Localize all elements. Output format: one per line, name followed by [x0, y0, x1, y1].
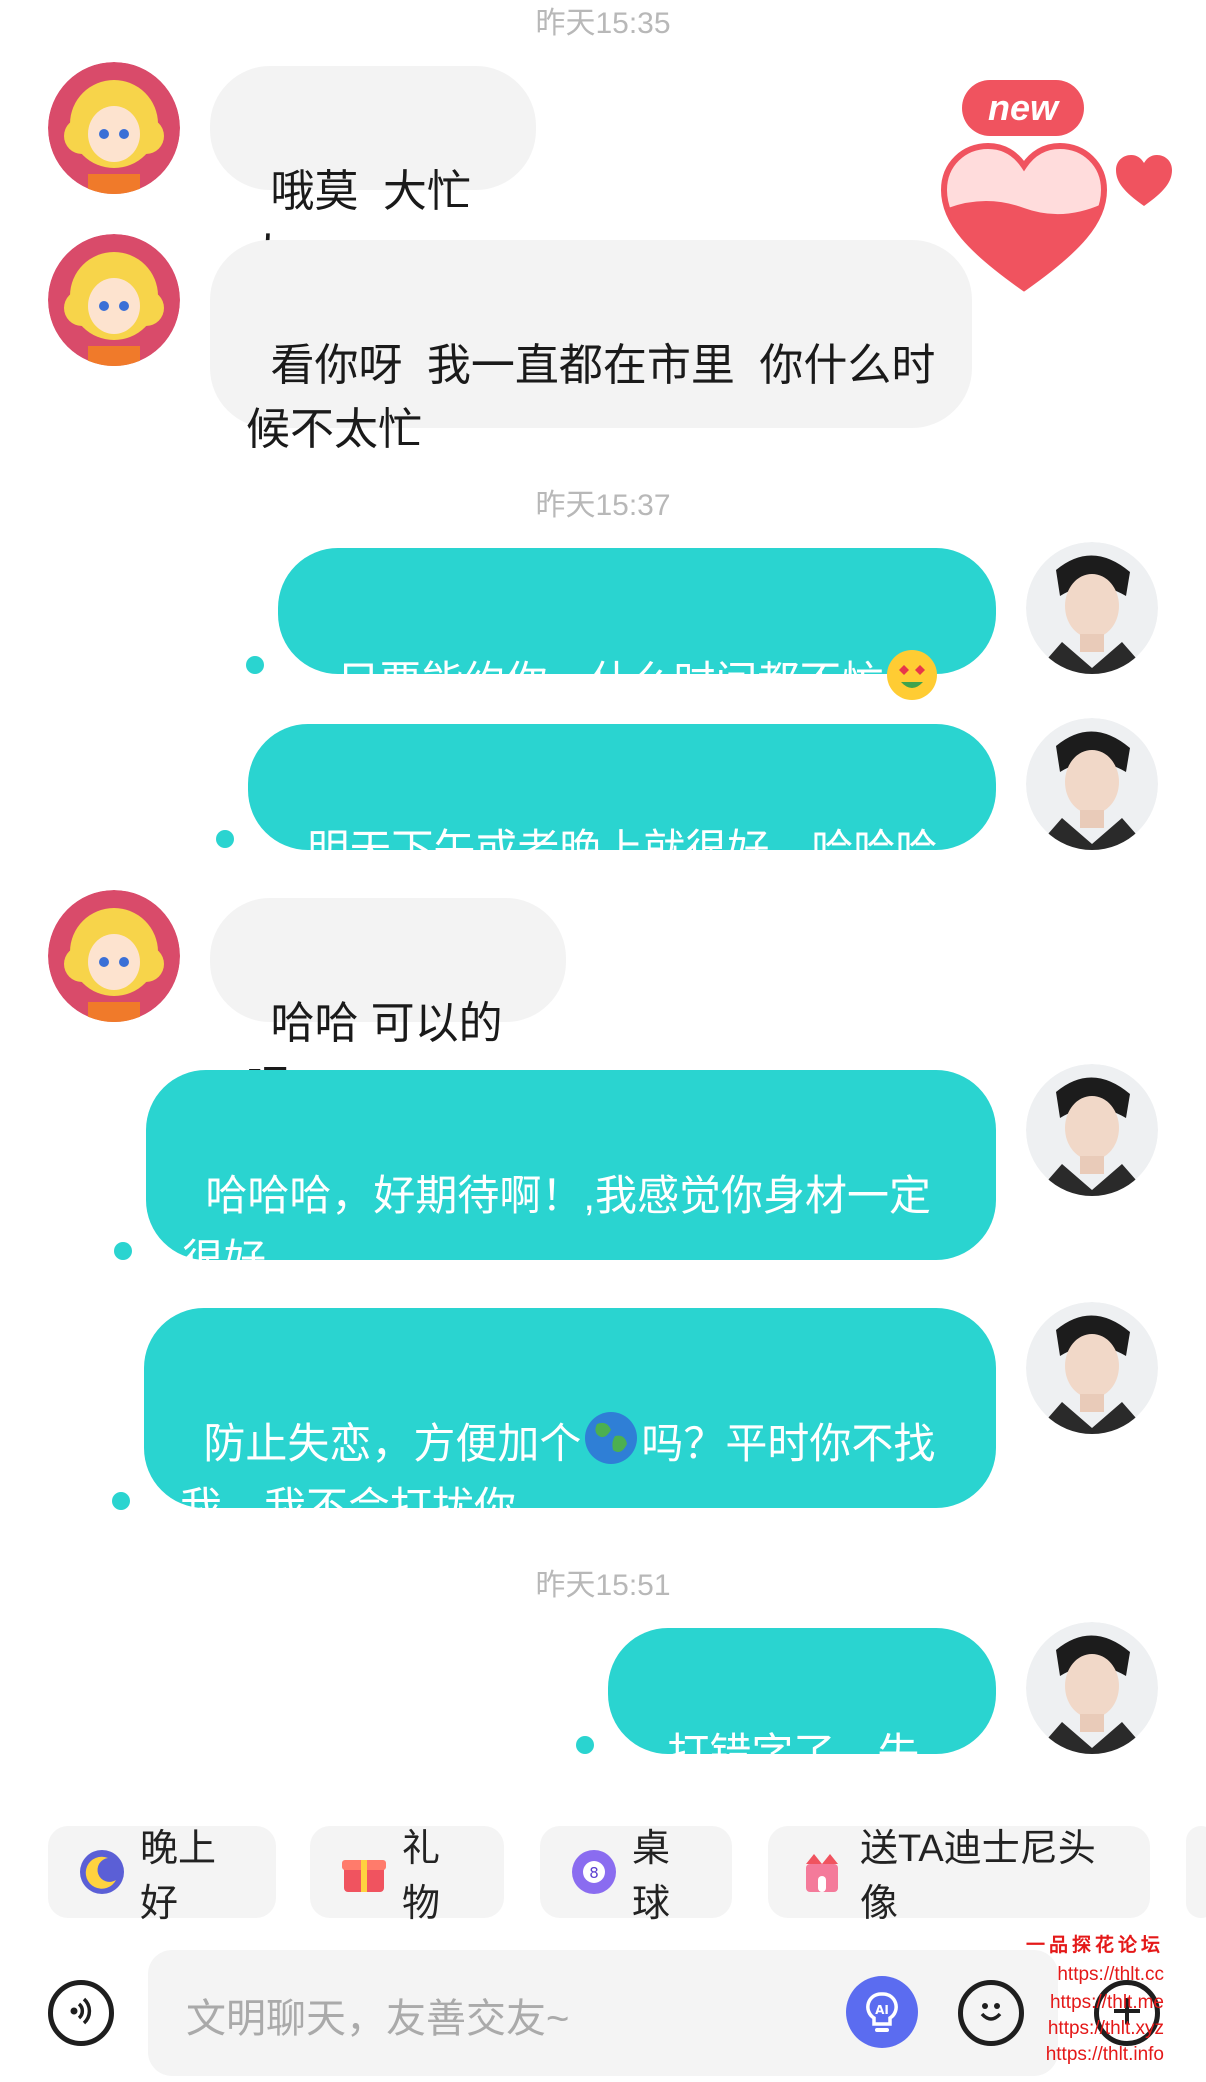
my-avatar-image: [1026, 1064, 1158, 1196]
heart-icon: [1114, 154, 1174, 213]
contact-avatar-image: [48, 62, 180, 194]
heart-eyes-emoji: [885, 648, 939, 720]
watermark-title: 一品探花论坛: [1025, 1934, 1164, 1956]
incoming-message-bubble[interactable]: 哈哈 可以的呢: [210, 898, 566, 1112]
quick-reply-billiards[interactable]: 8 桌球: [540, 1826, 732, 1925]
globe-emoji: [583, 1410, 639, 1484]
my-avatar-image: [1026, 1302, 1158, 1434]
contact-avatar-image: [48, 890, 180, 1022]
outgoing-message-bubble[interactable]: 明天下午或者晚上就很好，哈哈哈: [248, 724, 996, 873]
message-text: 看你呀 我一直都在市里 你什么时候不太忙: [246, 341, 936, 454]
timestamp: 昨天15:35: [535, 7, 671, 40]
ai-bulb-icon: AI: [846, 1992, 918, 2052]
message-input-placeholder: 文明聊天，友善交友~: [186, 1997, 570, 2041]
quick-reply-label: 礼物: [402, 1828, 441, 1925]
my-avatar[interactable]: [1026, 1064, 1158, 1196]
message-text: 哈哈哈，好期待啊！,我感觉你身材一定很好: [182, 1172, 932, 1283]
read-status-dot: [114, 1242, 132, 1260]
new-badge: new: [962, 80, 1084, 136]
outgoing-message-bubble[interactable]: 哈哈哈，好期待啊！,我感觉你身材一定很好: [146, 1070, 996, 1283]
svg-text:8: 8: [589, 1864, 599, 1882]
incoming-message-bubble[interactable]: 哦莫 大忙人: [210, 66, 536, 280]
message-text: 明天下午或者晚上就很好，哈哈哈: [307, 826, 938, 873]
read-status-dot: [246, 656, 264, 674]
ai-assist-button[interactable]: AI: [846, 1976, 918, 2048]
castle-icon: [798, 1848, 846, 1896]
timestamp: 昨天15:37: [535, 489, 671, 522]
my-avatar-image: [1026, 718, 1158, 850]
quick-reply-good-evening[interactable]: 晚上好: [48, 1826, 276, 1925]
quick-reply-gift[interactable]: 礼物: [310, 1826, 504, 1925]
my-avatar-image: [1026, 1622, 1158, 1754]
my-avatar[interactable]: [1026, 718, 1158, 850]
moon-icon: [78, 1848, 126, 1896]
billiard-ball-icon: 8: [570, 1848, 618, 1896]
contact-avatar[interactable]: [48, 890, 180, 1022]
outgoing-message-bubble[interactable]: 打错字了，失联: [608, 1628, 996, 1841]
watermark-url: https://thlt.me: [1049, 1992, 1164, 2013]
contact-avatar[interactable]: [48, 234, 180, 366]
outgoing-message-bubble[interactable]: 只要能约你，什么时间都不忙: [278, 548, 996, 705]
svg-text:AI: AI: [875, 2003, 889, 2017]
quick-reply-disney-avatar[interactable]: 送TA迪士尼头像: [768, 1826, 1150, 1925]
incoming-message-bubble[interactable]: 看你呀 我一直都在市里 你什么时候不太忙: [210, 240, 972, 454]
quick-reply-more[interactable]: [1186, 1826, 1206, 1918]
watermark-url: https://thlt.xyz: [1047, 2018, 1164, 2039]
quick-reply-label: 桌球: [632, 1828, 671, 1925]
outgoing-message-bubble[interactable]: 防止失恋，方便加个 吗？平时你不找我，我不会打扰你: [144, 1308, 996, 1531]
my-avatar[interactable]: [1026, 1622, 1158, 1754]
watermark-url: https://thlt.info: [1045, 2044, 1164, 2065]
message-input[interactable]: 文明聊天，友善交友~ AI: [148, 1950, 1058, 2076]
read-status-dot: [216, 830, 234, 848]
message-text: 防止失恋，方便加个: [203, 1420, 582, 1467]
timestamp: 昨天15:51: [535, 1569, 671, 1602]
gift-icon: [340, 1848, 388, 1896]
my-avatar[interactable]: [1026, 542, 1158, 674]
smiley-icon: [974, 1994, 1008, 2033]
quick-reply-label: 送TA迪士尼头像: [860, 1828, 1096, 1925]
emoji-button[interactable]: [958, 1980, 1024, 2046]
voice-icon: [64, 1994, 98, 2033]
my-avatar[interactable]: [1026, 1302, 1158, 1434]
read-status-dot: [112, 1492, 130, 1510]
voice-input-button[interactable]: [48, 1980, 114, 2046]
watermark-url: https://thlt.cc: [1057, 1964, 1164, 1985]
my-avatar-image: [1026, 542, 1158, 674]
read-status-dot: [576, 1736, 594, 1754]
message-text: 只要能约你，什么时间都不忙: [337, 658, 884, 705]
contact-avatar-image: [48, 234, 180, 366]
quick-reply-label: 晚上好: [140, 1828, 217, 1925]
contact-avatar[interactable]: [48, 62, 180, 194]
